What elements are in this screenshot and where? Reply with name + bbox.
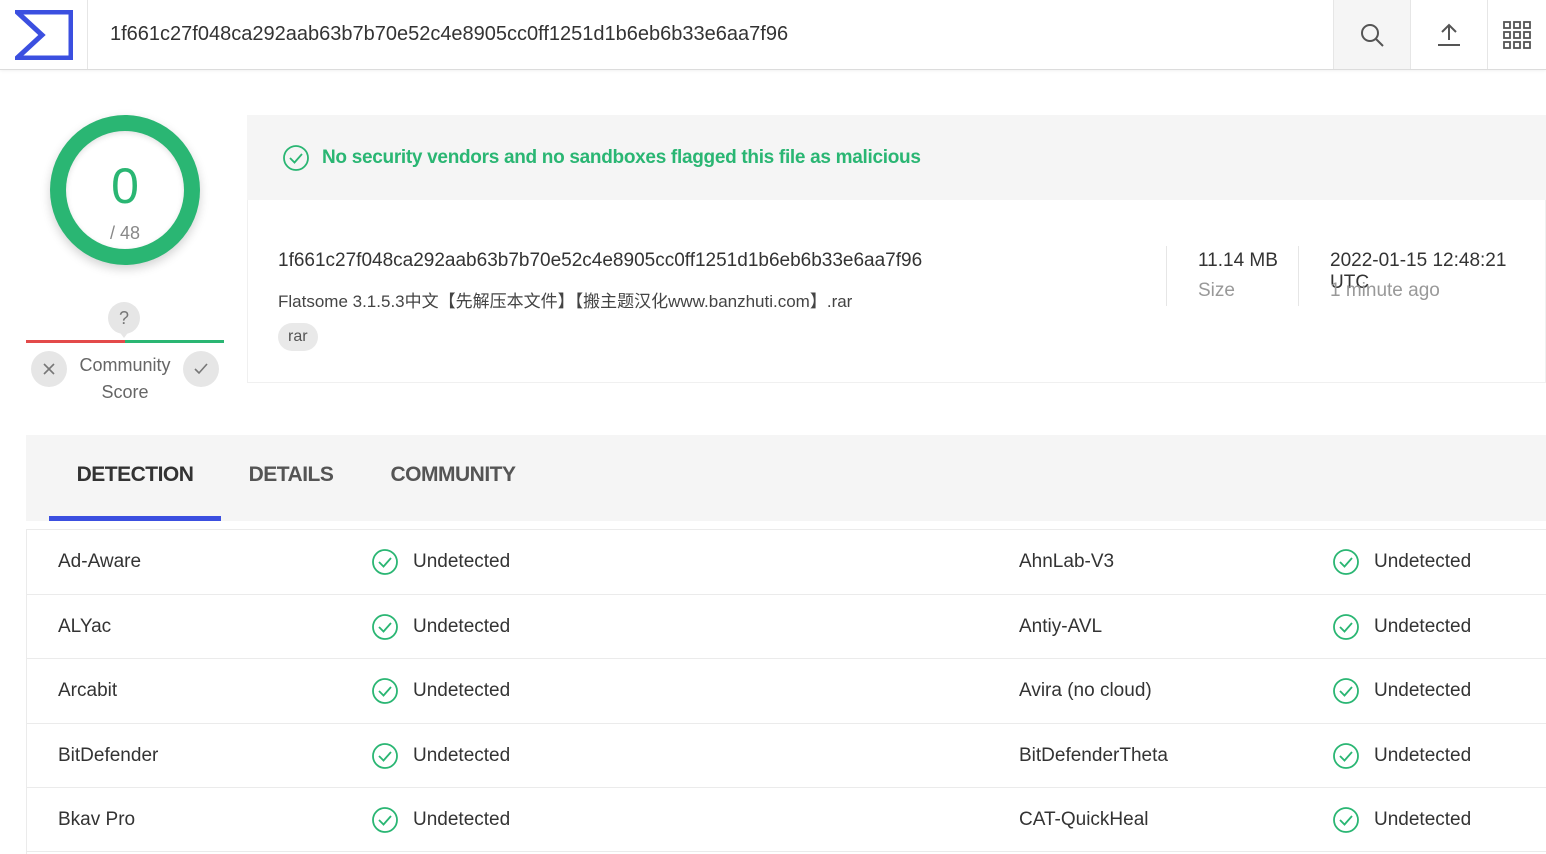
- active-tab-indicator: [49, 516, 221, 521]
- table-row: Bkav Pro Undetected CAT-QuickHeal Undete…: [26, 787, 1546, 852]
- detection-score-ring: 0 / 48: [50, 115, 200, 265]
- check-circle-icon: [1333, 613, 1359, 640]
- engine-name: Avira (no cloud): [1019, 680, 1152, 702]
- engine-name: CAT-QuickHeal: [1019, 809, 1149, 831]
- upload-button[interactable]: [1410, 0, 1487, 69]
- community-score-label: Community Score: [70, 352, 180, 406]
- engine-name: Bkav Pro: [58, 809, 136, 831]
- check-circle-icon: [372, 678, 398, 705]
- result-label: Undetected: [413, 809, 511, 831]
- engine-name: ALYac: [58, 615, 112, 637]
- verdict-text: No security vendors and no sandboxes fla…: [322, 146, 921, 168]
- apps-grid-icon: [1503, 20, 1531, 49]
- engine-name: Arcabit: [58, 680, 118, 702]
- detection-total: / 48: [109, 223, 141, 243]
- table-row: BitDefender Undetected BitDefenderTheta …: [26, 722, 1546, 788]
- detection-table: Ad-Aware Undetected AhnLab-V3 Undetected…: [26, 529, 1546, 852]
- result-label: Undetected: [1374, 744, 1472, 766]
- engine-result: Undetected: [371, 724, 510, 788]
- tab-detection[interactable]: DETECTION: [49, 435, 221, 521]
- table-row: Arcabit Undetected Avira (no cloud) Unde…: [26, 658, 1546, 723]
- engine-result: Undetected: [1332, 659, 1471, 723]
- top-bar: [0, 0, 1546, 70]
- check-circle-icon: [372, 613, 398, 640]
- checkmark-icon: [194, 363, 208, 375]
- result-label: Undetected: [1374, 551, 1472, 572]
- tab-community[interactable]: COMMUNITY: [378, 435, 528, 521]
- engine-result: Undetected: [371, 659, 510, 723]
- engine-result: Undetected: [1332, 595, 1471, 659]
- check-circle-icon: [372, 549, 398, 575]
- check-circle-icon: [1333, 742, 1359, 769]
- tab-details[interactable]: DETAILS: [241, 435, 341, 521]
- community-score-bar-positive: [125, 340, 224, 343]
- virustotal-logo[interactable]: [0, 0, 88, 69]
- divider: [1166, 246, 1167, 306]
- file-type-tag[interactable]: rar: [278, 323, 318, 351]
- file-size-label: Size: [1198, 280, 1235, 301]
- community-score-pointer: [118, 330, 130, 338]
- engine-name: Antiy-AVL: [1019, 615, 1103, 637]
- virustotal-logo-icon: [14, 9, 73, 60]
- result-label: Undetected: [1374, 615, 1472, 637]
- close-icon: [43, 363, 55, 375]
- engine-name: Ad-Aware: [58, 551, 142, 572]
- result-label: Undetected: [413, 744, 511, 766]
- search-input[interactable]: [110, 0, 1310, 69]
- table-row: Ad-Aware Undetected AhnLab-V3 Undetected: [26, 529, 1546, 594]
- engine-name: BitDefenderTheta: [1019, 744, 1168, 766]
- engine-result: Undetected: [1332, 530, 1471, 594]
- engine-result: Undetected: [371, 595, 510, 659]
- engine-result: Undetected: [1332, 724, 1471, 788]
- engine-result: Undetected: [371, 530, 510, 594]
- file-size: 11.14 MB: [1198, 250, 1278, 271]
- engine-result: Undetected: [371, 788, 510, 852]
- file-name: Flatsome 3.1.5.3中文【先解压本文件】【搬主题汉化www.banz…: [278, 292, 853, 311]
- divider: [1298, 246, 1299, 306]
- detection-score: 0 / 48: [66, 131, 184, 249]
- analysis-date-relative: 1 minute ago: [1330, 280, 1440, 301]
- result-label: Undetected: [413, 680, 511, 702]
- detection-count: 0: [111, 158, 139, 214]
- file-hash[interactable]: 1f661c27f048ca292aab63b7b70e52c4e8905cc0…: [278, 250, 922, 272]
- engine-name: BitDefender: [58, 744, 159, 766]
- result-label: Undetected: [413, 615, 511, 637]
- report-tabs: DETECTION DETAILS COMMUNITY: [26, 435, 1546, 521]
- check-circle-icon: [283, 144, 309, 171]
- check-circle-icon: [1333, 807, 1359, 834]
- table-row: ALYac Undetected Antiy-AVL Undetected: [26, 593, 1546, 659]
- verdict-banner: No security vendors and no sandboxes fla…: [247, 115, 1546, 200]
- result-label: Undetected: [1374, 809, 1472, 831]
- check-circle-icon: [1333, 678, 1359, 705]
- vote-malicious-button[interactable]: [31, 351, 67, 387]
- engine-result: Undetected: [1332, 788, 1471, 852]
- result-label: Undetected: [1374, 680, 1472, 702]
- community-score-label-line1: Community: [79, 355, 171, 375]
- community-score-label-line2: Score: [101, 382, 149, 402]
- result-label: Undetected: [413, 551, 511, 572]
- search-icon: [1361, 23, 1384, 47]
- community-score-bar-negative: [26, 340, 125, 343]
- engine-name: AhnLab-V3: [1019, 551, 1115, 572]
- check-circle-icon: [372, 807, 398, 834]
- apps-button[interactable]: [1487, 0, 1546, 69]
- vote-harmless-button[interactable]: [183, 351, 219, 387]
- file-info-panel: 1f661c27f048ca292aab63b7b70e52c4e8905cc0…: [247, 200, 1546, 383]
- search-button[interactable]: [1333, 0, 1410, 69]
- check-circle-icon: [372, 742, 398, 769]
- check-circle-icon: [1333, 549, 1359, 575]
- upload-icon: [1438, 23, 1460, 46]
